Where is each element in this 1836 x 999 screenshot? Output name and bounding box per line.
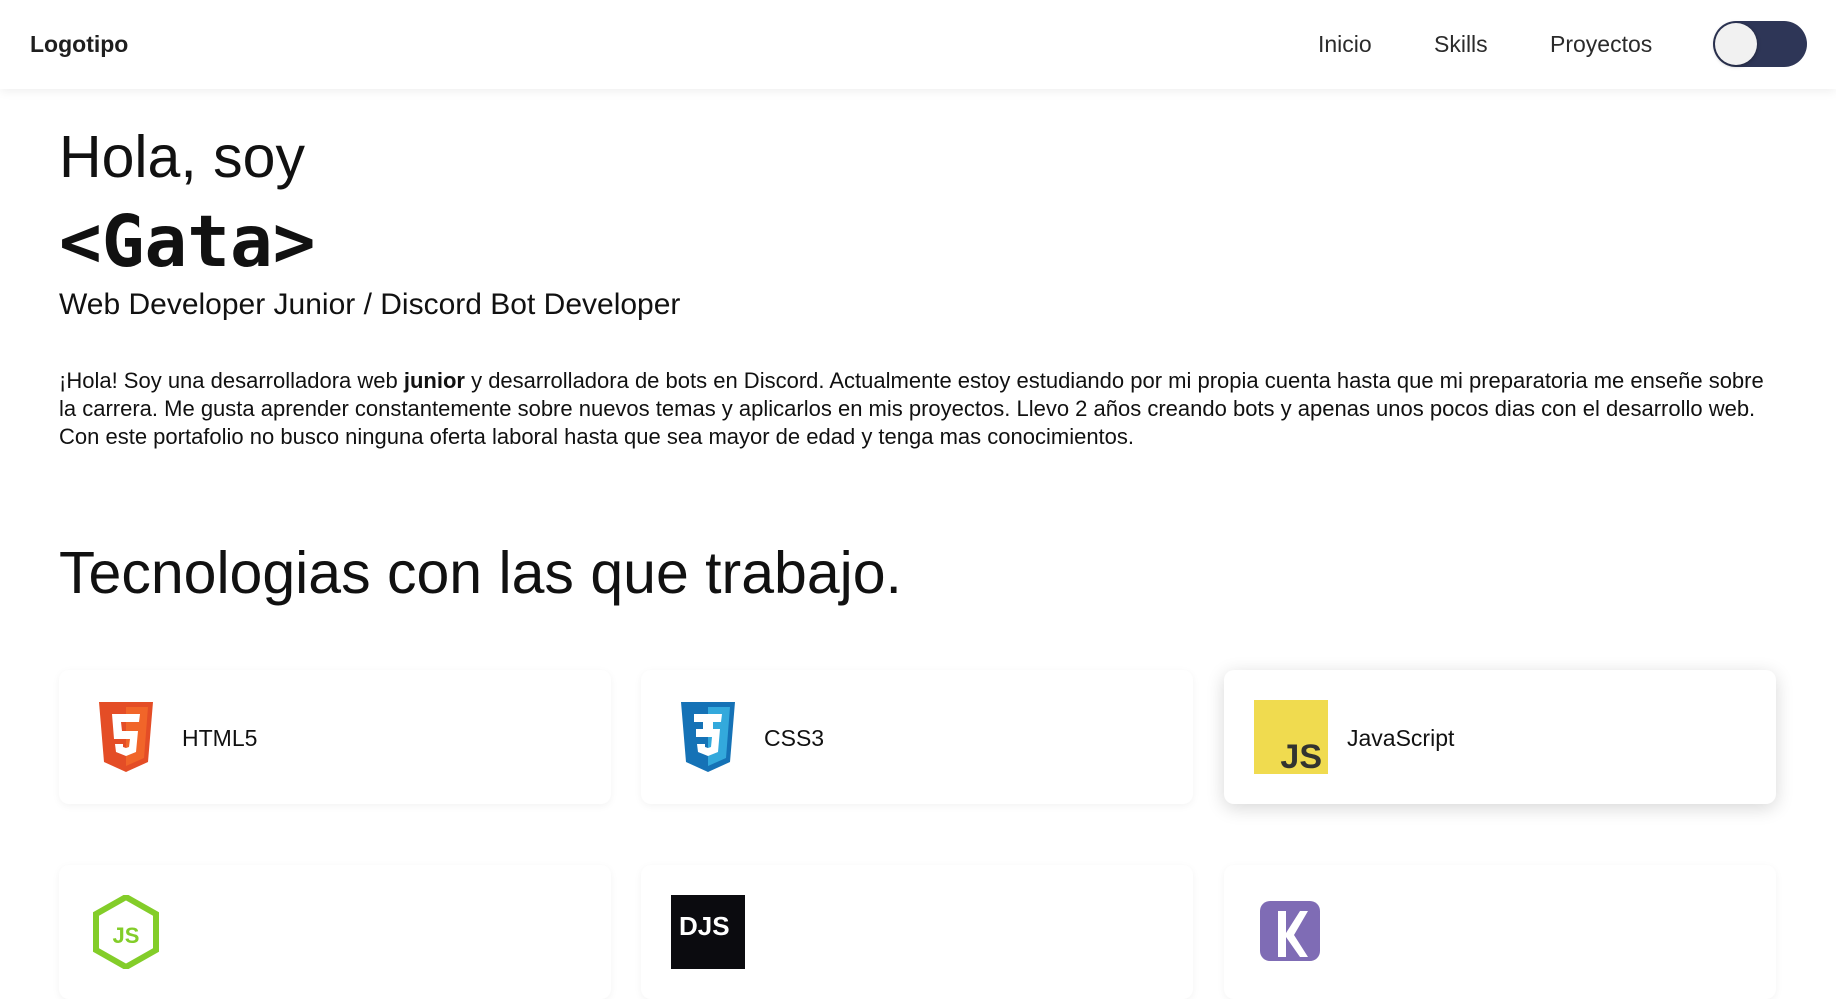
skill-label-html5: HTML5 (182, 725, 258, 751)
nav-link-inicio[interactable]: Inicio (1318, 30, 1372, 58)
javascript-icon: JS (1254, 700, 1328, 774)
nav-link-skills[interactable]: Skills (1434, 30, 1488, 58)
css3-icon (681, 702, 735, 772)
theme-toggle[interactable] (1713, 21, 1807, 67)
kotlin-icon (1260, 901, 1320, 961)
nodejs-icon: JS (93, 895, 159, 969)
theme-toggle-knob (1715, 23, 1757, 65)
navbar: Logotipo Inicio Skills Proyectos (0, 0, 1836, 89)
about-text-bold: junior (403, 368, 465, 393)
skill-card-javascript[interactable]: JS JavaScript (1224, 670, 1776, 804)
skill-label-css3: CSS3 (764, 725, 825, 751)
skill-card-html5[interactable]: HTML5 (59, 670, 611, 804)
discordjs-icon: DJS (671, 895, 745, 969)
hero-about: ¡Hola! Soy una desarrolladora web junior… (59, 367, 1779, 451)
hero-name: <Gata> (59, 200, 316, 283)
svg-text:JS: JS (113, 923, 140, 948)
skill-label-javascript: JavaScript (1347, 725, 1455, 751)
hero-greeting: Hola, soy (59, 124, 305, 190)
skill-card-css3[interactable]: CSS3 (641, 670, 1193, 804)
hero-role: Web Developer Junior / Discord Bot Devel… (59, 288, 681, 321)
svg-text:DJS: DJS (679, 911, 730, 941)
skills-title: Tecnologias con las que trabajo. (59, 540, 902, 606)
html5-icon (99, 702, 153, 772)
nav-link-proyectos[interactable]: Proyectos (1550, 30, 1652, 58)
skill-card-discordjs[interactable]: DJS (641, 865, 1193, 999)
about-text-start: ¡Hola! Soy una desarrolladora web (59, 368, 404, 393)
svg-text:JS: JS (1280, 738, 1322, 774)
skill-card-kotlin[interactable] (1224, 865, 1776, 999)
skill-card-nodejs[interactable]: JS (59, 865, 611, 999)
logo[interactable]: Logotipo (30, 31, 128, 58)
